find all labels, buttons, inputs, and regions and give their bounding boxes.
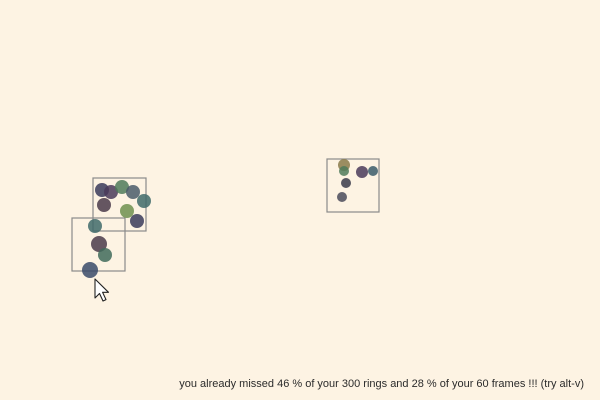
ring[interactable]: [339, 166, 349, 176]
game-canvas[interactable]: you already missed 46 % of your 300 ring…: [0, 0, 600, 400]
ring[interactable]: [126, 185, 140, 199]
status-message: you already missed 46 % of your 300 ring…: [179, 378, 584, 390]
ring[interactable]: [82, 262, 98, 278]
ring[interactable]: [337, 192, 347, 202]
ring[interactable]: [356, 166, 368, 178]
ring[interactable]: [368, 166, 378, 176]
arrow-pointer-icon: [94, 278, 110, 302]
ring[interactable]: [120, 204, 134, 218]
ring[interactable]: [130, 214, 144, 228]
ring[interactable]: [341, 178, 351, 188]
game-scene[interactable]: [0, 0, 600, 400]
ring[interactable]: [88, 219, 102, 233]
ring[interactable]: [137, 194, 151, 208]
ring[interactable]: [98, 248, 112, 262]
ring[interactable]: [97, 198, 111, 212]
